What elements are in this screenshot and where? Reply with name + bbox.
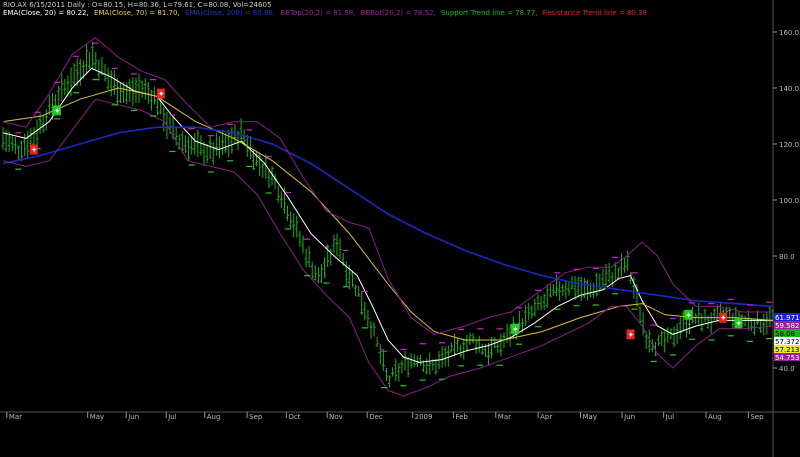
x-tick-label: 2009 [415,413,433,421]
buy-signal-glyph: ✦ [512,325,519,334]
buy-signal-glyph: ✦ [54,106,61,115]
sell-signal-glyph: ✦ [628,330,635,339]
y-tick-label: 160.0 [779,29,799,37]
sell-signal-glyph: ✦ [720,314,727,323]
right-value-tag-label: 58.08 [775,330,795,338]
x-tick-label: Sep [249,413,263,421]
legend-bbtop: BBTop(20,2) = 81.58, [280,9,356,17]
y-tick-label: 140.0 [779,85,799,93]
x-tick-label: Jun [127,413,139,421]
x-tick-label: Aug [207,413,221,421]
x-tick-label: May [90,413,104,421]
chart-canvas: 160.0 140.0 120.0 100.0 80.0 40.0 Mar May Jun Jul… [0,0,800,457]
legend-bbbot: BBBot(20,2) = 78.52, [360,9,436,17]
legend-support: Support Trend line = 78.77, [440,9,538,17]
right-value-tag-label: 57.2132 [775,346,800,354]
x-tick-label: Mar [9,413,22,421]
bollinger-top-line [2,36,773,335]
x-tick-label: Aug [708,413,722,421]
x-tick-label: Dec [369,413,383,421]
x-tick-label: Oct [288,413,300,421]
y-tick-label: 120.0 [779,141,799,149]
x-tick-label: Jun [623,413,635,421]
right-value-tag-label: 61.9714 [775,314,800,322]
legend-ema200: EMA(Close, 200) = 80.86, [184,9,276,17]
x-tick-label: Mar [498,413,511,421]
legend-ema70: EMA(Close, 70) = 81.70, [93,9,180,17]
sell-signal-glyph: ✦ [158,90,165,99]
legend-resistance: Resistance Trend line = 80.39 [542,9,647,17]
x-tick-label: Feb [455,413,468,421]
ema20-line [2,67,773,363]
ema200-line [2,126,774,308]
x-tick-label: May [583,413,597,421]
buy-signal-glyph: ✦ [685,311,692,320]
legend-ema20: EMA(Close, 20) = 80.22, [3,9,89,17]
y-tick-label: 100.0 [779,197,799,205]
x-tick-label: Jul [665,413,675,421]
y-tick-label: 80.0 [779,253,795,261]
bollinger-bottom-line [2,98,774,397]
x-tick-label: Apr [540,413,552,421]
right-value-tag-label: 57.3726 [775,338,800,346]
stock-chart: 160.0 140.0 120.0 100.0 80.0 40.0 Mar May Jun Jul… [0,0,800,457]
ohlc-summary: RIO.AX 6/15/2011 Daily : O=80.15, H=80.3… [3,1,272,9]
right-value-tag-label: 59.5827 [775,322,800,330]
x-tick-label: Nov [329,413,343,421]
x-tick-label: Sep [750,413,764,421]
right-value-tag-label: 54.7533 [775,354,800,362]
sell-signal-glyph: ✦ [31,146,38,155]
chart-header-line2: EMA(Close, 20) = 80.22, EMA(Close, 70) =… [3,9,650,18]
x-tick-label: Jul [167,413,177,421]
y-tick-label: 40.0 [779,365,795,373]
buy-signal-glyph: ✦ [735,319,742,328]
